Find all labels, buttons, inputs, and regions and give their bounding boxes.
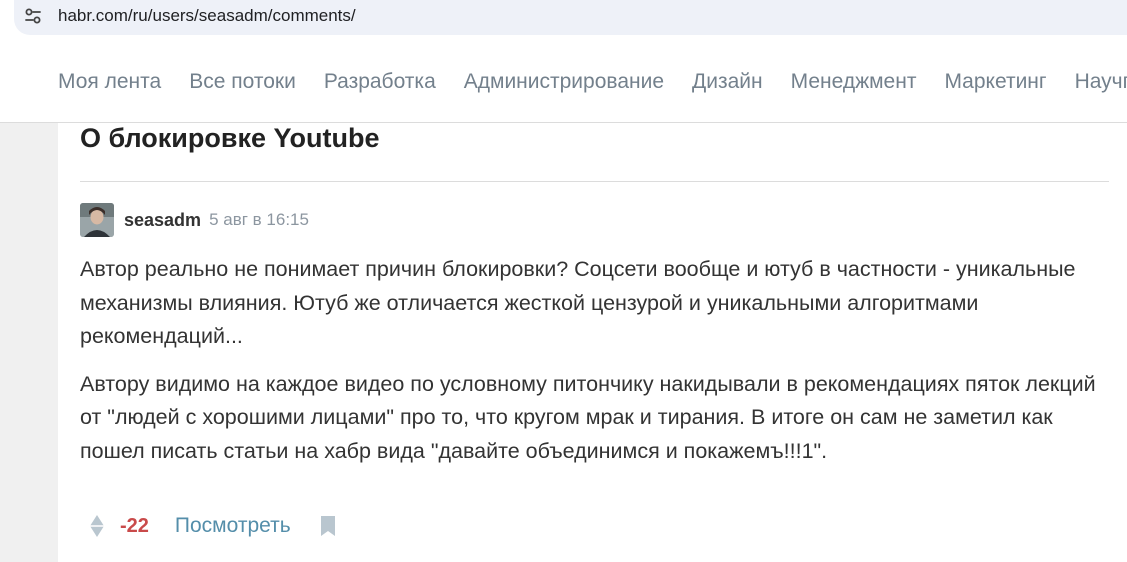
bookmark-icon[interactable] xyxy=(319,514,337,538)
comment-author[interactable]: seasadm xyxy=(124,210,201,231)
nav-list: Моя лента Все потоки Разработка Админист… xyxy=(58,70,1127,94)
nav-item-all-streams[interactable]: Все потоки xyxy=(189,70,296,94)
view-comment-link[interactable]: Посмотреть xyxy=(175,514,291,538)
avatar[interactable] xyxy=(80,203,114,237)
nav-item-development[interactable]: Разработка xyxy=(324,70,436,94)
comment-time[interactable]: 5 авг в 16:15 xyxy=(209,210,309,230)
article-title[interactable]: О блокировке Youtube xyxy=(80,123,380,154)
comment-paragraph: Автору видимо на каждое видео по условно… xyxy=(80,371,1096,463)
tune-icon[interactable] xyxy=(22,5,44,27)
browser-address-bar: habr.com/ru/users/seasadm/comments/ xyxy=(0,0,1127,44)
nav-item-design[interactable]: Дизайн xyxy=(692,70,763,94)
page-left-gutter xyxy=(0,123,58,562)
habr-nav-bar: Моя лента Все потоки Разработка Админист… xyxy=(0,44,1127,123)
comment-body: Автор реально не понимает причин блокиро… xyxy=(80,253,1110,482)
divider xyxy=(80,181,1109,182)
vote-diamond-icon[interactable] xyxy=(88,514,106,538)
nav-item-my-feed[interactable]: Моя лента xyxy=(58,70,161,94)
comment-paragraph: Автор реально не понимает причин блокиро… xyxy=(80,257,1076,348)
nav-item-administration[interactable]: Администрирование xyxy=(464,70,664,94)
comment-score: -22 xyxy=(120,514,149,537)
nav-item-popsci[interactable]: Научпоп xyxy=(1075,70,1127,94)
comment-footer: -22 Посмотреть xyxy=(88,511,337,541)
url-text[interactable]: habr.com/ru/users/seasadm/comments/ xyxy=(58,6,356,26)
nav-item-marketing[interactable]: Маркетинг xyxy=(944,70,1046,94)
comment-card: О блокировке Youtube seasadm 5 авг в 16:… xyxy=(58,123,1127,562)
nav-item-management[interactable]: Менеджмент xyxy=(791,70,917,94)
comment-header: seasadm 5 авг в 16:15 xyxy=(80,203,309,237)
